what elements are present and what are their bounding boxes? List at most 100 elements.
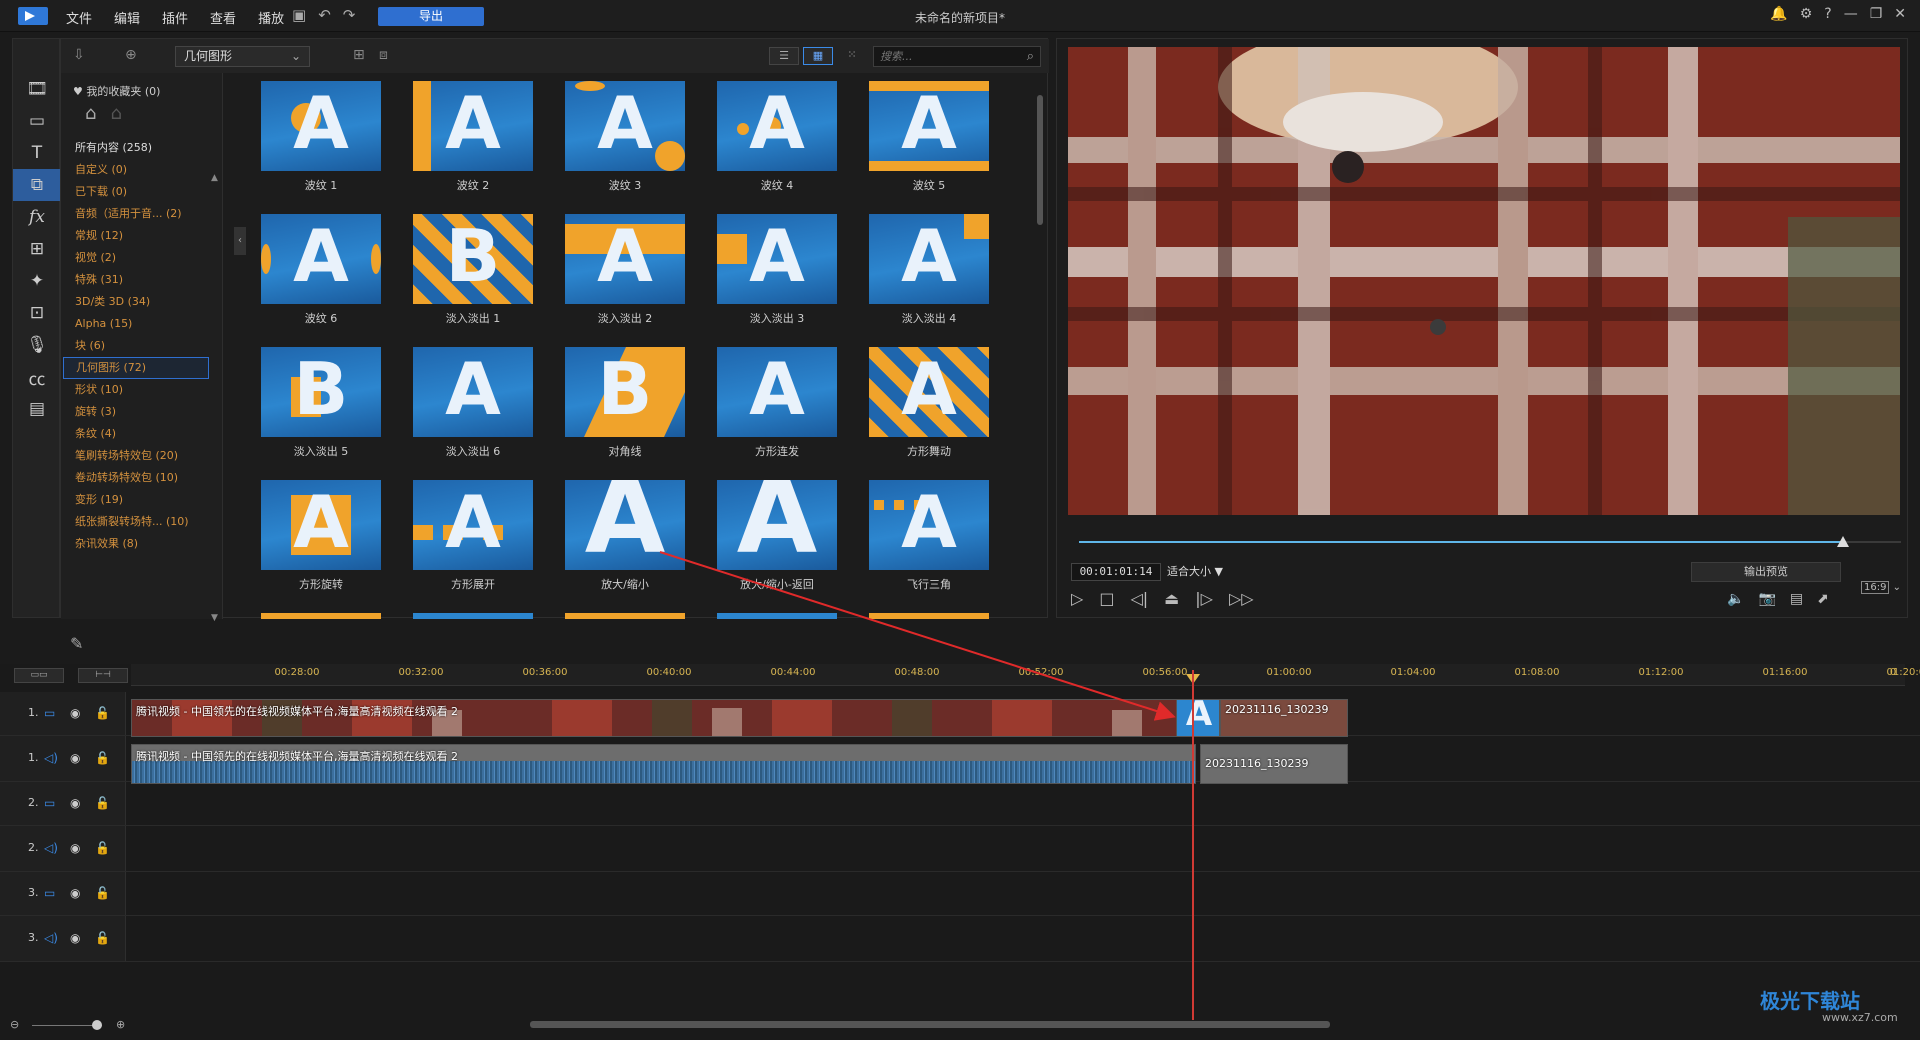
remove-tag-icon[interactable]: ⌂	[110, 103, 121, 124]
video-room-icon[interactable]: ▭	[13, 105, 61, 137]
help-icon[interactable]: ?	[1824, 6, 1831, 22]
all-content-item[interactable]: 所有内容 (258)	[75, 139, 152, 155]
transition-thumbnail[interactable]: A 淡入淡出 3	[717, 214, 837, 326]
add-to-timeline-icon[interactable]: ⊞	[353, 47, 365, 63]
transition-thumbnail[interactable]: A 波纹 5	[869, 81, 989, 193]
transition-thumbnail[interactable]: A 淡入淡出 6	[413, 347, 533, 459]
undock-icon[interactable]: ⬈	[1817, 591, 1829, 607]
minimize-icon[interactable]: —	[1844, 6, 1858, 22]
aspect-ratio-select[interactable]: 16:9 ⌄	[1861, 581, 1901, 594]
category-item[interactable]: 条纹 (4)	[63, 423, 209, 445]
lock-icon[interactable]: 🔓	[95, 706, 110, 720]
menu-play[interactable]: 播放	[258, 8, 284, 27]
transition-room-icon[interactable]: ⧉	[13, 169, 68, 201]
undo-icon[interactable]: ↶	[318, 6, 331, 24]
category-select[interactable]: 几何图形 ⌄	[175, 46, 310, 67]
lock-icon[interactable]: 🔓	[95, 886, 110, 900]
category-item[interactable]: 笔刷转场特效包 (20)	[63, 445, 209, 467]
search-icon[interactable]: ⌕	[1027, 47, 1034, 66]
video-clip-main[interactable]: 腾讯视频 - 中国领先的在线视频媒体平台,海量高清视频在线观看 2	[131, 699, 1181, 737]
zoom-slider-handle[interactable]	[92, 1020, 102, 1030]
edit-pen-icon[interactable]: ✎	[70, 634, 83, 653]
playhead-line[interactable]	[1192, 670, 1194, 1020]
media-room-icon[interactable]: 🎞	[13, 73, 61, 105]
zoom-out-icon[interactable]: ⊖	[10, 1018, 19, 1031]
transition-thumbnail[interactable]: A 波纹 2	[413, 81, 533, 193]
fit-timeline-button[interactable]: ⊢⊣	[78, 668, 128, 683]
menu-file[interactable]: 文件	[66, 8, 92, 27]
video-clip-second[interactable]: 20231116_130239	[1220, 699, 1348, 737]
zoom-in-icon[interactable]: ⊕	[116, 1018, 125, 1031]
visibility-eye-icon[interactable]: ◉	[70, 751, 80, 765]
preview-seekbar[interactable]	[1079, 541, 1901, 543]
transition-thumbnail[interactable]: A 飞行三角	[869, 480, 989, 592]
transition-thumbnail[interactable]: A 波纹 3	[565, 81, 685, 193]
next-frame-icon[interactable]: |▷	[1195, 589, 1213, 608]
category-item[interactable]: 已下载 (0)	[63, 181, 209, 203]
transition-thumbnail[interactable]: A 方形连发	[717, 347, 837, 459]
category-item[interactable]: 纸张撕裂转场特... (10)	[63, 511, 209, 533]
apply-all-icon[interactable]: ⧈	[379, 47, 388, 63]
transition-thumbnail[interactable]: B 淡入淡出 5	[261, 347, 381, 459]
import-icon[interactable]: ⇩	[73, 47, 85, 63]
transition-clip[interactable]: A	[1176, 699, 1220, 737]
fx-room-icon[interactable]: fx	[13, 201, 61, 233]
time-ruler[interactable]: 00:28:00 00:32:00 00:36:00 00:40:00 00:44:00…	[131, 664, 1920, 686]
list-view-button[interactable]: ☰	[769, 47, 799, 65]
category-item[interactable]: 视觉 (2)	[63, 247, 209, 269]
thumbnail-view-button[interactable]: ▦	[803, 47, 833, 65]
transition-thumbnail[interactable]: A 淡入淡出 2	[565, 214, 685, 326]
transition-thumbnail[interactable]: A 波纹 4	[717, 81, 837, 193]
add-tag-icon[interactable]: ⌂	[85, 103, 96, 124]
previous-frame-icon[interactable]: ◁|	[1130, 589, 1148, 608]
transition-thumbnail[interactable]: B 对角线	[565, 347, 685, 459]
lock-icon[interactable]: 🔓	[95, 751, 110, 765]
output-preview-button[interactable]: 输出预览	[1691, 562, 1841, 582]
subtitle-cc-icon[interactable]: ㏄	[13, 361, 61, 393]
transition-thumbnail[interactable]: A 方形舞动	[869, 347, 989, 459]
visibility-eye-icon[interactable]: ◉	[70, 886, 80, 900]
grid-view-button[interactable]: ⁙	[837, 47, 867, 65]
menu-room-icon[interactable]: ⊡	[13, 297, 61, 329]
seek-handle[interactable]	[1837, 536, 1850, 547]
visibility-eye-icon[interactable]: ◉	[70, 841, 80, 855]
subtitle-icon[interactable]: ▤	[1790, 591, 1803, 607]
pip-room-icon[interactable]: ⊞	[13, 233, 61, 265]
transition-thumbnail[interactable]: B 淡入淡出 1	[413, 214, 533, 326]
category-item[interactable]: 常规 (12)	[63, 225, 209, 247]
category-item[interactable]: 变形 (19)	[63, 489, 209, 511]
category-item[interactable]: 特殊 (31)	[63, 269, 209, 291]
lock-icon[interactable]: 🔓	[95, 931, 110, 945]
category-item[interactable]: 自定义 (0)	[63, 159, 209, 181]
redo-icon[interactable]: ↷	[343, 6, 356, 24]
category-item[interactable]: 形状 (10)	[63, 379, 209, 401]
transition-thumbnail[interactable]: A 淡入淡出 4	[869, 214, 989, 326]
menu-view[interactable]: 查看	[210, 8, 236, 27]
category-scrollbar[interactable]: ▲ ▼	[211, 173, 219, 623]
category-item[interactable]: Alpha (15)	[63, 313, 209, 335]
visibility-eye-icon[interactable]: ◉	[70, 796, 80, 810]
transition-thumbnail[interactable]: A 方形展开	[413, 480, 533, 592]
visibility-eye-icon[interactable]: ◉	[70, 931, 80, 945]
camera-icon[interactable]: 📷	[1758, 591, 1775, 607]
settings-gear-icon[interactable]: ⚙	[1800, 6, 1813, 22]
category-item[interactable]: 旋转 (3)	[63, 401, 209, 423]
timeline-scrollbar[interactable]	[530, 1021, 1330, 1028]
category-item[interactable]: 卷动转场特效包 (10)	[63, 467, 209, 489]
microphone-icon[interactable]: 🎙	[13, 329, 61, 361]
close-icon[interactable]: ✕	[1894, 6, 1906, 22]
category-item[interactable]: 3D/类 3D (34)	[63, 291, 209, 313]
menu-plugins[interactable]: 插件	[162, 8, 188, 27]
fit-size-select[interactable]: 适合大小 ▼	[1167, 563, 1239, 581]
volume-icon[interactable]: 🔈	[1727, 591, 1744, 607]
favorites-item[interactable]: ♥ 我的收藏夹 (0)	[73, 83, 160, 99]
category-item[interactable]: 块 (6)	[63, 335, 209, 357]
save-icon[interactable]: ▣	[292, 6, 306, 24]
audio-clip-second[interactable]: 20231116_130239	[1200, 744, 1348, 784]
transition-thumbnail[interactable]: A 放大/缩小	[565, 480, 685, 592]
collapse-panel-button[interactable]: ‹	[234, 227, 246, 255]
category-item[interactable]: 音频（适用于音... (2)	[63, 203, 209, 225]
chapter-room-icon[interactable]: ▤	[13, 393, 61, 425]
menu-edit[interactable]: 编辑	[114, 8, 140, 27]
snapshot-split-icon[interactable]: ⏏	[1164, 589, 1179, 608]
